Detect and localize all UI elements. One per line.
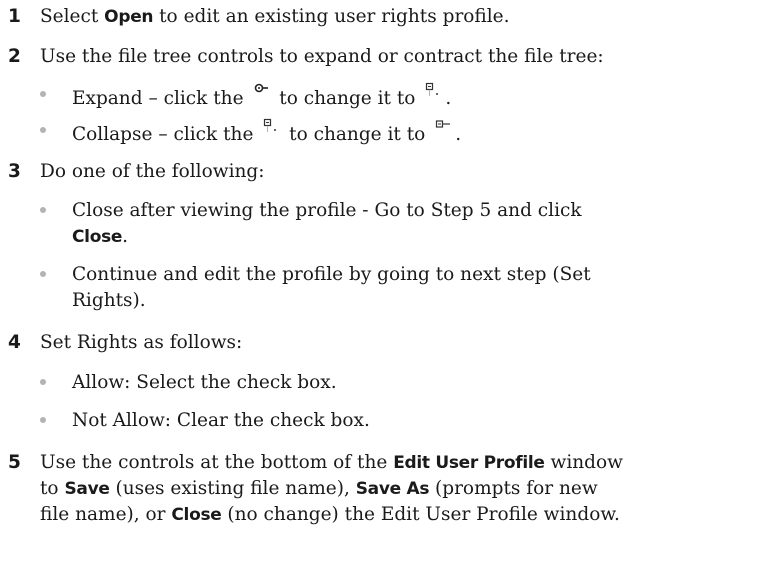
bullet-text: Close after viewing the profile - Go to … (72, 200, 582, 221)
bold-term: Open (104, 7, 154, 27)
step-text: Do one of the following: (40, 161, 265, 182)
bullet-text: Continue and edit the profile by going t… (72, 264, 591, 285)
bold-term: Close (72, 227, 123, 247)
step-text: window (544, 452, 624, 473)
step-text: to (40, 478, 65, 499)
step-number: 2 (8, 46, 21, 67)
bullet-dot (40, 91, 46, 97)
bullet-dot (40, 127, 46, 133)
bullet-dot (40, 379, 46, 385)
bullet-dot (40, 417, 46, 423)
step-text: Set Rights as follows: (40, 332, 243, 353)
bold-term: Save (64, 479, 110, 499)
bullet-dot (40, 207, 46, 213)
step-text: Use the file tree controls to expand or … (40, 46, 604, 67)
bullet-text: Allow: Select the check box. (72, 372, 337, 393)
step-text: (uses existing file name), (109, 478, 356, 499)
step-text: Select (40, 6, 105, 27)
step-number: 3 (8, 161, 21, 182)
bullet-text: Collapse – click the (72, 124, 260, 145)
bullet-text: Expand – click the (72, 88, 250, 109)
bold-term: Close (171, 505, 222, 525)
bullet-text: to change it to (283, 124, 432, 145)
expand-node-icon (255, 83, 269, 93)
step-number: 5 (8, 452, 21, 473)
step-text: file name), or (40, 504, 172, 525)
bullet-text: . (455, 124, 462, 145)
document-page: 1 Select Open to edit an existing user r… (0, 0, 778, 586)
step-text: (no change) the Edit User Profile window… (221, 504, 620, 525)
bullet-text: Not Allow: Clear the check box. (72, 410, 370, 431)
expanded-node-icon (426, 82, 439, 96)
bullet-text: Rights). (72, 290, 146, 311)
expanded-node-icon (264, 118, 277, 132)
step-number: 1 (8, 6, 21, 27)
bullet-text: . (122, 226, 129, 247)
step-text: to edit an existing user rights profile. (153, 6, 510, 27)
bullet-text: to change it to (273, 88, 422, 109)
bold-term: Edit User Profile (393, 453, 545, 473)
bullet-dot (40, 271, 46, 277)
step-text: Use the controls at the bottom of the (40, 452, 394, 473)
collapse-node-icon (436, 120, 451, 128)
bold-term: Save As (355, 479, 430, 499)
bullet-text: . (445, 88, 452, 109)
step-number: 4 (8, 332, 21, 353)
step-text: (prompts for new (429, 478, 598, 499)
